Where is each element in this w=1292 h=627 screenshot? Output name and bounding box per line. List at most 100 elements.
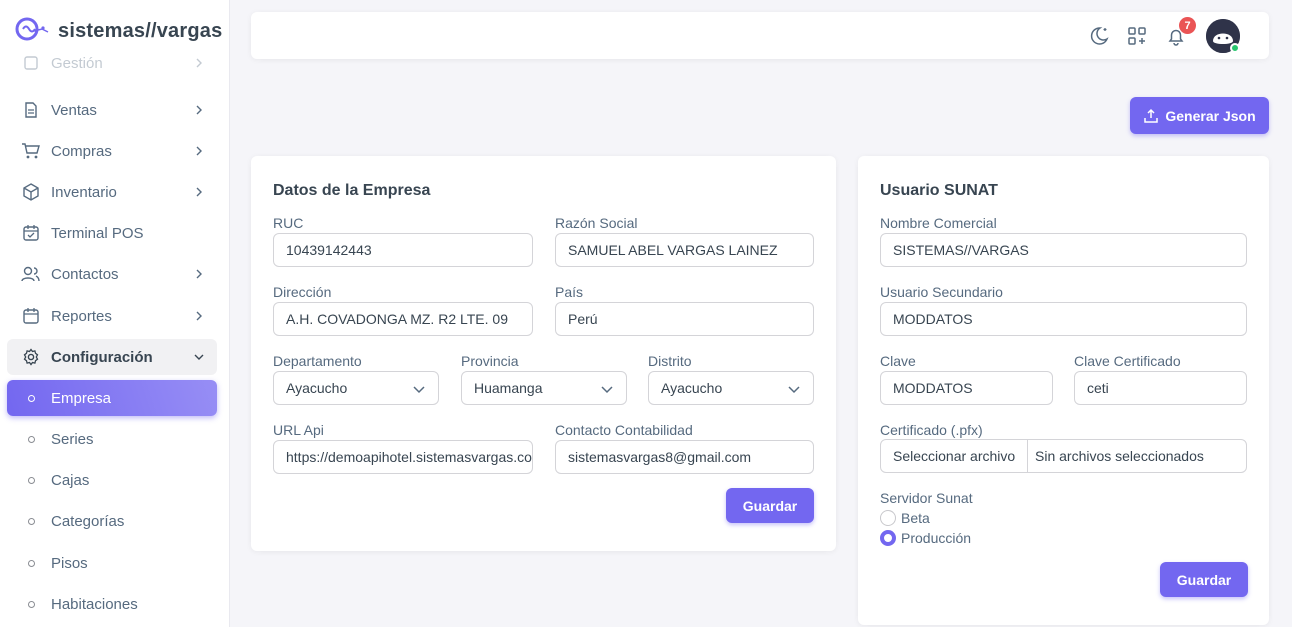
sidebar-subitem-categorias[interactable]: Categorías [7, 503, 217, 539]
sunat-user-card: Usuario SUNAT Nombre Comercial SISTEMAS/… [858, 156, 1269, 625]
contacto-contabilidad-label: Contacto Contabilidad [555, 422, 693, 438]
company-data-card: Datos de la Empresa RUC 10439142443 Razó… [251, 156, 836, 551]
circle-icon [21, 429, 41, 449]
clave-input[interactable]: MODDATOS [880, 371, 1053, 405]
avatar[interactable] [1206, 19, 1240, 53]
sidebar-item-contactos[interactable]: Contactos [7, 256, 217, 292]
circle-icon [21, 470, 41, 490]
brand[interactable]: sistemas//vargas [14, 14, 222, 48]
sidebar-subitem-empresa[interactable]: Empresa [7, 380, 217, 416]
usuario-secundario-label: Usuario Secundario [880, 284, 1003, 300]
departamento-label: Departamento [273, 353, 362, 369]
sidebar-item-label: Series [51, 430, 94, 448]
sidebar-item-inventario[interactable]: Inventario [7, 174, 217, 210]
notification-badge: 7 [1179, 17, 1196, 34]
ruc-input[interactable]: 10439142443 [273, 233, 533, 267]
sidebar-item-compras[interactable]: Compras [7, 133, 217, 169]
sidebar-item-configuracion[interactable]: Configuración [7, 339, 217, 375]
provincia-label: Provincia [461, 353, 519, 369]
pais-input[interactable]: Perú [555, 302, 814, 336]
nombre-comercial-label: Nombre Comercial [880, 215, 997, 231]
sidebar-item-label: Pisos [51, 554, 88, 572]
sidebar-item-label: Terminal POS [51, 224, 144, 242]
top-navbar: 7 [251, 12, 1269, 59]
online-status-dot [1230, 43, 1240, 53]
sidebar-item-label: Ventas [51, 101, 97, 119]
sidebar-subitem-habitaciones[interactable]: Habitaciones [7, 586, 217, 622]
certificado-file-input[interactable]: Seleccionar archivo Sin archivos selecci… [880, 439, 1247, 473]
sidebar-item-label: Cajas [51, 471, 90, 489]
upload-icon [1143, 108, 1159, 124]
sidebar-item-label: Habitaciones [51, 595, 138, 613]
generate-json-button[interactable]: Generar Json [1130, 97, 1269, 134]
circle-icon [21, 388, 41, 408]
certificado-label: Certificado (.pfx) [880, 422, 983, 438]
file-text-icon [21, 100, 41, 120]
sidebar-item-label: Reportes [51, 307, 112, 325]
sidebar: sistemas//vargas Gestión Ventas Compras … [0, 0, 230, 627]
servidor-sunat-label: Servidor Sunat [880, 490, 973, 506]
provincia-select[interactable]: Huamanga [461, 371, 627, 405]
sidebar-item-label: Categorías [51, 512, 125, 530]
file-icon [21, 53, 41, 73]
sidebar-subitem-cajas[interactable]: Cajas [7, 462, 217, 498]
calendar-check-icon [21, 223, 41, 243]
clave-label: Clave [880, 353, 916, 369]
distrito-label: Distrito [648, 353, 692, 369]
sidebar-item-reportes[interactable]: Reportes [7, 298, 217, 334]
chevron-right-icon [191, 184, 207, 200]
direccion-input[interactable]: A.H. COVADONGA MZ. R2 LTE. 09 [273, 302, 533, 336]
file-status-text: Sin archivos seleccionados [1035, 448, 1204, 464]
usuario-secundario-input[interactable]: MODDATOS [880, 302, 1247, 336]
brand-name: sistemas//vargas [58, 19, 223, 42]
select-file-button[interactable]: Seleccionar archivo [881, 440, 1029, 472]
chevron-right-icon [191, 266, 207, 282]
moon-icon[interactable] [1087, 24, 1111, 48]
departamento-value: Ayacucho [286, 380, 348, 396]
razon-social-input[interactable]: SAMUEL ABEL VARGAS LAINEZ [555, 233, 814, 267]
contacto-contabilidad-input[interactable]: sistemasvargas8@gmail.com [555, 440, 814, 474]
clave-certificado-input[interactable]: ceti [1074, 371, 1247, 405]
distrito-select[interactable]: Ayacucho [648, 371, 814, 405]
apps-grid-icon[interactable] [1125, 24, 1149, 48]
radio-produccion[interactable] [880, 530, 896, 546]
save-company-button[interactable]: Guardar [726, 488, 814, 523]
server-option-beta[interactable]: Beta [880, 510, 930, 526]
gear-icon [21, 347, 41, 367]
sidebar-item-label: Configuración [51, 348, 153, 366]
nombre-comercial-input[interactable]: SISTEMAS//VARGAS [880, 233, 1247, 267]
ruc-label: RUC [273, 215, 304, 231]
chevron-right-icon [191, 308, 207, 324]
chevron-down-icon [413, 386, 425, 394]
sidebar-item-terminal-pos[interactable]: Terminal POS [7, 215, 217, 251]
pais-label: País [555, 284, 584, 300]
chevron-right-icon [191, 55, 207, 71]
direccion-label: Dirección [273, 284, 332, 300]
shopping-cart-icon [21, 141, 41, 161]
sidebar-item-gestion[interactable]: Gestión [7, 50, 217, 76]
box-icon [21, 182, 41, 202]
sidebar-item-label: Compras [51, 142, 112, 160]
departamento-select[interactable]: Ayacucho [273, 371, 439, 405]
sidebar-item-ventas[interactable]: Ventas [7, 92, 217, 128]
radio-produccion-label: Producción [901, 530, 972, 546]
url-api-label: URL Api [273, 422, 324, 438]
users-icon [21, 264, 41, 284]
sidebar-subitem-series[interactable]: Series [7, 421, 217, 457]
chevron-right-icon [191, 102, 207, 118]
url-api-input[interactable]: https://demoapihotel.sistemasvargas.com [273, 440, 533, 474]
sidebar-subitem-pisos[interactable]: Pisos [7, 545, 217, 581]
circle-icon [21, 511, 41, 531]
brand-logo-icon [15, 17, 49, 41]
chevron-down-icon [788, 386, 800, 394]
calendar-icon [21, 306, 41, 326]
chevron-right-icon [191, 143, 207, 159]
server-option-produccion[interactable]: Producción [880, 530, 971, 546]
save-sunat-button[interactable]: Guardar [1160, 562, 1248, 597]
provincia-value: Huamanga [474, 380, 543, 396]
circle-icon [21, 553, 41, 573]
chevron-down-icon [601, 386, 613, 394]
chevron-down-icon [191, 349, 207, 365]
distrito-value: Ayacucho [661, 380, 723, 396]
radio-beta[interactable] [880, 510, 896, 526]
